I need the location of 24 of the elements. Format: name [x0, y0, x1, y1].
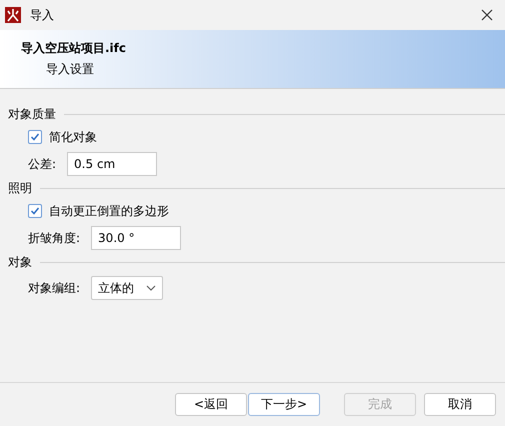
- window-title: 导入: [30, 6, 55, 24]
- field-label: 折皱角度:: [28, 230, 80, 246]
- checkmark-icon: [30, 206, 40, 216]
- dialog-button[interactable]: 取消: [424, 393, 496, 416]
- header-subtitle: 导入设置: [45, 61, 95, 78]
- checkbox[interactable]: [28, 204, 42, 218]
- section-title: 照明: [8, 180, 32, 196]
- section-title: 对象: [8, 254, 32, 270]
- dropdown[interactable]: 立体的: [91, 276, 164, 300]
- app-logo-icon: [5, 7, 21, 23]
- input-field[interactable]: 0.5 cm: [67, 152, 158, 176]
- dialog-button[interactable]: 下一步>: [248, 393, 320, 416]
- chevron-down-icon: [146, 285, 156, 291]
- close-icon[interactable]: [481, 9, 493, 21]
- checkmark-icon: [30, 132, 40, 142]
- checkbox[interactable]: [28, 130, 42, 144]
- checkbox-label: 自动更正倒置的多边形: [49, 202, 169, 220]
- input-field[interactable]: 30.0 °: [91, 226, 182, 250]
- section-title: 对象质量: [8, 106, 56, 122]
- dialog-button[interactable]: <返回: [175, 393, 247, 416]
- header-title: 导入空压站项目.ifc: [21, 40, 128, 57]
- field-label: 公差:: [28, 156, 56, 172]
- checkbox-label: 简化对象: [49, 128, 97, 146]
- field-label: 对象编组:: [28, 280, 80, 296]
